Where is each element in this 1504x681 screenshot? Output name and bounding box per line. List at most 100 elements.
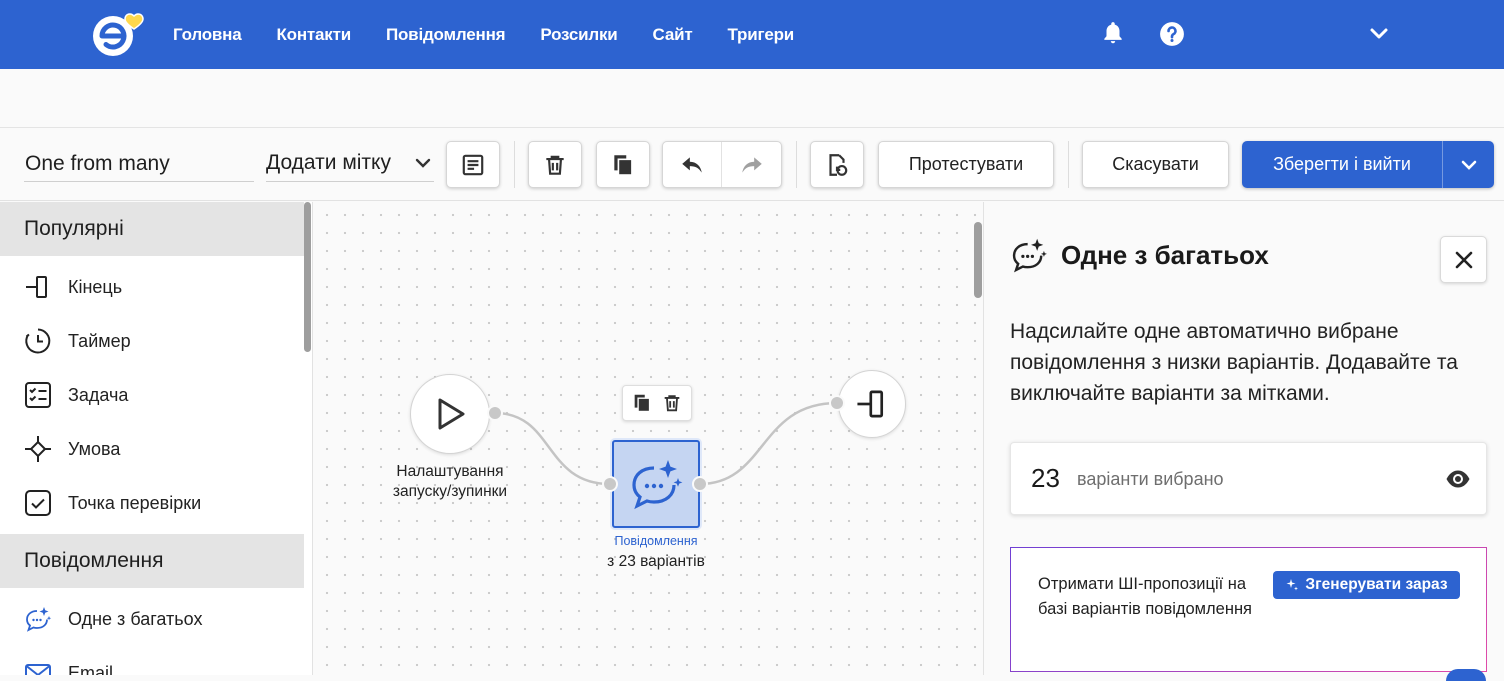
cancel-button[interactable]: Скасувати [1082,141,1229,188]
start-node-port[interactable] [487,405,503,421]
nav-item-triggers[interactable]: Тригери [727,25,794,45]
start-node-label: Налаштування запуску/зупинки [392,463,508,500]
nav-item-campaigns[interactable]: Розсилки [540,25,617,45]
top-navigation: Головна Контакти Повідомлення Розсилки С… [0,0,1504,69]
nav-item-site[interactable]: Сайт [653,25,693,45]
task-icon [25,382,51,408]
chevron-down-icon [415,158,431,168]
trash-icon [546,155,564,175]
sidebar-item-timer[interactable]: Таймер [0,314,304,368]
sidebar-scrollbar[interactable] [304,202,311,352]
message-node-subtitle: з 23 варіантів [607,553,705,570]
chat-widget-button[interactable] [1446,669,1486,681]
nav-item-contacts[interactable]: Контакти [276,25,351,45]
ai-suggestions-text: Отримати ШІ-пропозиції на базі варіантів… [1038,575,1252,618]
sidebar-item-label: Email [68,662,114,676]
redo-icon [741,156,762,173]
copy-icon [614,154,632,174]
bell-icon[interactable] [1100,20,1126,46]
duplicate-button[interactable] [596,141,650,188]
elements-sidebar: Популярні Кінець Таймер Задача Умова Точ… [0,202,313,675]
note-icon [462,154,484,175]
variants-count: 23 [1031,463,1060,493]
flow-name-input[interactable] [24,146,254,182]
trash-icon[interactable] [661,392,683,414]
generate-now-label: Згенерувати зараз [1305,576,1448,593]
variants-card[interactable]: 23 варіанти вибрано [1010,442,1487,515]
help-icon[interactable] [1159,21,1185,47]
start-node[interactable] [410,374,490,454]
sidebar-item-end[interactable]: Кінець [0,260,304,314]
toolbar-divider [796,141,797,188]
connection-message-to-end [699,401,838,486]
flow-canvas[interactable]: Налаштування запуску/зупинки Повідомленн… [314,202,982,675]
end-node[interactable] [838,370,906,438]
sidebar-group-popular: Популярні [0,202,304,256]
close-icon [1455,251,1472,268]
end-icon [857,390,884,418]
play-icon [438,398,465,430]
message-node-type: Повідомлення [614,534,698,548]
one-from-many-icon [1012,238,1047,273]
variants-label: варіанти вибрано [1077,469,1224,489]
panel-title: Одне з багатьох [1061,240,1269,270]
sidebar-item-label: Одне з багатьох [68,608,203,629]
toolbar-divider [1068,141,1069,188]
save-options-button[interactable] [1442,141,1494,188]
toolbar-divider [514,141,515,188]
flow-connections [494,401,838,486]
redo-button[interactable] [722,142,781,187]
end-node-port[interactable] [829,395,845,411]
sidebar-item-label: Таймер [68,330,131,351]
logo-icon[interactable] [90,12,150,58]
sidebar-item-condition[interactable]: Умова [0,422,304,476]
email-icon [25,664,51,675]
copy-icon[interactable] [631,392,653,414]
undo-icon [682,156,702,173]
close-panel-button[interactable] [1440,236,1487,283]
sidebar-group-messages: Повідомлення [0,534,304,588]
chevron-down-icon [1461,160,1476,170]
sidebar-item-task[interactable]: Задача [0,368,304,422]
nav-item-messages[interactable]: Повідомлення [386,25,506,45]
undo-button[interactable] [663,142,723,187]
one-from-many-icon [26,607,52,632]
node-action-bar [622,385,692,421]
nav-menu: Головна Контакти Повідомлення Розсилки С… [173,0,794,69]
undo-redo-group [662,141,782,188]
sidebar-item-checkpoint[interactable]: Точка перевірки [0,476,304,530]
sidebar-item-label: Задача [68,384,129,405]
test-button[interactable]: Протестувати [878,141,1054,188]
delete-button[interactable] [528,141,582,188]
generate-now-button[interactable]: Згенерувати зараз [1273,571,1460,599]
message-node-in-port[interactable] [602,476,618,492]
save-and-exit-button[interactable]: Зберегти і вийти [1242,141,1494,188]
document-restore-icon [829,153,848,176]
message-node-out-port[interactable] [692,476,708,492]
eye-icon[interactable] [1445,467,1471,491]
sidebar-item-label: Точка перевірки [68,492,202,513]
account-chevron-down-icon[interactable] [1369,26,1389,42]
timer-icon [25,328,51,354]
sidebar-item-one-from-many[interactable]: Одне з багатьох [0,592,304,646]
message-node[interactable] [612,440,700,528]
cancel-button-label: Скасувати [1112,154,1199,174]
notes-button[interactable] [446,141,500,188]
panel-description: Надсилайте одне автоматично вибране пові… [1010,320,1458,405]
add-tag-dropdown[interactable]: Додати мітку [266,144,434,182]
end-icon [26,276,47,298]
sidebar-item-label: Умова [68,438,121,459]
version-history-button[interactable] [810,141,864,188]
sparkle-icon [1286,579,1299,591]
nav-item-home[interactable]: Головна [173,25,242,45]
ai-suggestions-card: Отримати ШІ-пропозиції на базі варіантів… [1010,547,1487,672]
one-from-many-icon [632,460,683,510]
sub-header [0,69,1504,128]
test-button-label: Протестувати [908,154,1024,174]
condition-icon [25,436,51,462]
add-tag-label: Додати мітку [266,150,391,174]
canvas-scrollbar[interactable] [974,222,982,298]
save-and-exit-label[interactable]: Зберегти і вийти [1242,141,1442,188]
checkpoint-icon [25,490,51,516]
sidebar-item-email[interactable]: Email [0,646,304,675]
